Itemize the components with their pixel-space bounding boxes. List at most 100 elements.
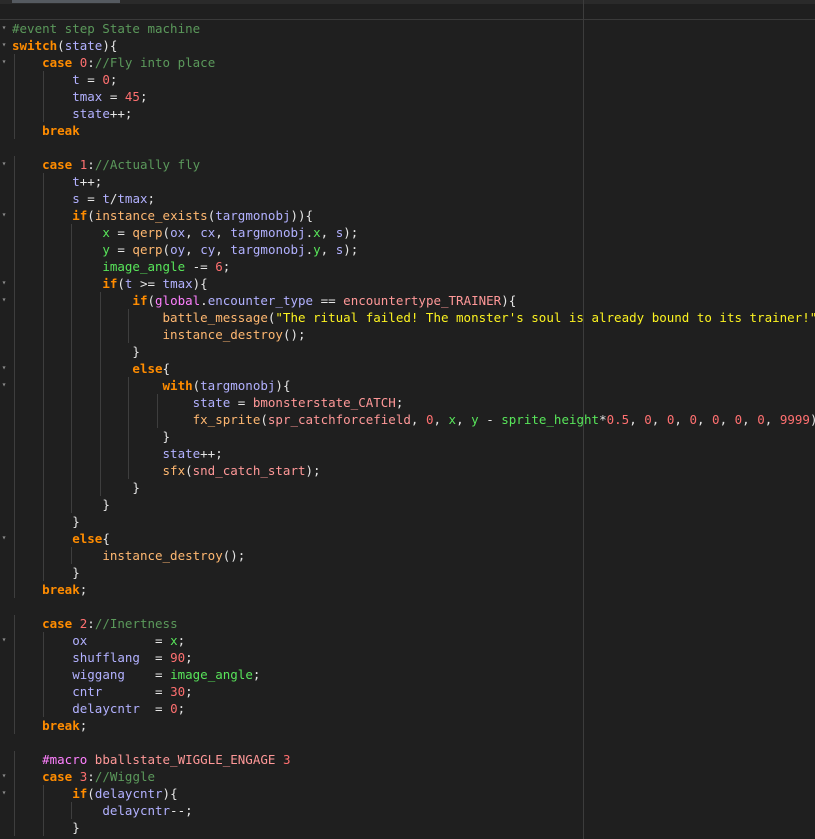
indent-guide [14,717,15,734]
code-line[interactable]: } [12,479,815,496]
code-line[interactable]: else{ [12,360,815,377]
fold-toggle-icon[interactable]: ▾ [0,771,8,781]
code-line[interactable]: } [12,496,815,513]
code-token: sfx [162,463,186,478]
code-token: = [102,89,125,104]
code-line[interactable]: t = 0; [12,71,815,88]
code-line[interactable]: if(instance_exists(targmonobj)){ [12,207,815,224]
code-line[interactable]: break [12,122,815,139]
indent-guide [71,343,72,360]
code-area[interactable]: #event step State machine switch(state){ … [12,20,815,836]
code-line[interactable]: break; [12,717,815,734]
code-line[interactable] [12,734,815,751]
indent-guide [43,224,44,241]
code-line[interactable]: } [12,564,815,581]
code-line[interactable]: } [12,428,815,445]
code-token: = [109,225,133,240]
fold-toggle-icon[interactable]: ▾ [0,159,8,169]
code-line[interactable]: delaycntr--; [12,802,815,819]
code-line[interactable]: fx_sprite(spr_catchforcefield, 0, x, y -… [12,411,815,428]
code-line[interactable] [12,139,815,156]
fold-toggle-icon[interactable]: ▾ [0,788,8,798]
fold-toggle-icon[interactable]: ▾ [0,23,8,33]
code-editor[interactable]: ▾ ▾ ▾ ▾ ▾ ▾ ▾ ▾ ▾ ▾ ▾ ▾ ▾ #event step State machine s… [0,0,815,839]
fold-toggle-icon[interactable]: ▾ [0,363,8,373]
fold-toggle-icon[interactable]: ▾ [0,635,8,645]
fold-toggle-icon[interactable]: ▾ [0,57,8,67]
code-line[interactable]: ox = x; [12,632,815,649]
code-line[interactable]: with(targmonobj){ [12,377,815,394]
code-token: ){ [275,378,291,393]
code-token: //Inertness [94,616,178,631]
code-line[interactable]: if(t >= tmax){ [12,275,815,292]
code-line[interactable]: break; [12,581,815,598]
code-line[interactable]: switch(state){ [12,37,815,54]
code-token: } [72,565,80,580]
indent-guide [100,309,101,326]
code-token: ; [177,633,186,648]
indent-guide [14,394,15,411]
code-token: , [764,412,780,427]
indent-guide [43,547,44,564]
code-line[interactable]: t++; [12,173,815,190]
code-line[interactable]: case 1://Actually fly [12,156,815,173]
code-token: ); [305,463,321,478]
code-line[interactable]: x = qerp(ox, cx, targmonobj.x, s); [12,224,815,241]
code-line[interactable]: image_angle -= 6; [12,258,815,275]
code-line[interactable]: state++; [12,445,815,462]
indent-guide [14,343,15,360]
fold-toggle-icon[interactable]: ▾ [0,40,8,50]
code-line[interactable]: #macro bballstate_WIGGLE_ENGAGE 3 [12,751,815,768]
code-line[interactable]: s = t/tmax; [12,190,815,207]
code-token: ; [139,89,148,104]
code-token: = [109,242,133,257]
code-token: ; [252,667,261,682]
code-line[interactable]: if(delaycntr){ [12,785,815,802]
code-token: ; [222,259,231,274]
code-line[interactable]: tmax = 45; [12,88,815,105]
code-token: : [87,55,95,70]
code-line[interactable]: shufflang = 90; [12,649,815,666]
code-token: ( [260,412,268,427]
indent-guide [71,479,72,496]
indent-guide [128,377,129,394]
code-line[interactable]: wiggang = image_angle; [12,666,815,683]
code-line[interactable]: state = bmonsterstate_CATCH; [12,394,815,411]
code-line[interactable]: case 0://Fly into place [12,54,815,71]
fold-toggle-icon[interactable]: ▾ [0,210,8,220]
indent-guide [14,411,15,428]
code-token: x [448,412,457,427]
code-line[interactable]: y = qerp(oy, cy, targmonobj.y, s); [12,241,815,258]
code-line[interactable]: } [12,513,815,530]
indent-guide [43,360,44,377]
code-line[interactable]: battle_message("The ritual failed! The m… [12,309,815,326]
code-line[interactable]: } [12,343,815,360]
fold-gutter: ▾ ▾ ▾ ▾ ▾ ▾ ▾ ▾ ▾ ▾ ▾ ▾ ▾ [0,0,8,839]
code-line[interactable]: case 3://Wiggle [12,768,815,785]
code-line[interactable]: instance_destroy(); [12,547,815,564]
code-line[interactable]: #event step State machine [12,20,815,37]
code-line[interactable]: instance_destroy(); [12,326,815,343]
code-token: bmonsterstate_CATCH [252,395,396,410]
code-line[interactable]: case 2://Inertness [12,615,815,632]
fold-toggle-icon[interactable]: ▾ [0,295,8,305]
fold-toggle-icon[interactable]: ▾ [0,533,8,543]
fold-toggle-icon[interactable]: ▾ [0,278,8,288]
code-line[interactable]: sfx(snd_catch_start); [12,462,815,479]
code-line[interactable]: delaycntr = 0; [12,700,815,717]
code-line[interactable]: } [12,819,815,836]
code-token: #macro [42,752,95,767]
code-line[interactable] [12,598,815,615]
indent-guide [14,377,15,394]
code-line[interactable]: state++; [12,105,815,122]
code-line[interactable]: if(global.encounter_type == encountertyp… [12,292,815,309]
active-tab-indicator[interactable] [12,0,120,3]
code-line[interactable]: cntr = 30; [12,683,815,700]
code-line[interactable]: else{ [12,530,815,547]
code-token: ( [57,38,65,53]
code-token: } [132,480,140,495]
fold-toggle-icon[interactable]: ▾ [0,380,8,390]
code-token: if [72,208,88,223]
